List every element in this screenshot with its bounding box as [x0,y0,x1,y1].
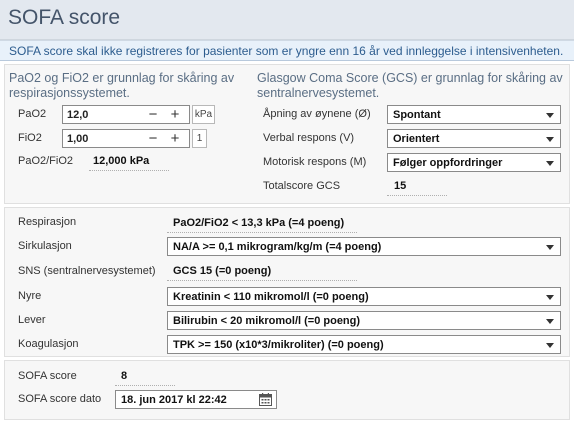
pao2-unit: kPa [192,105,215,124]
chevron-down-icon [546,137,554,142]
circulation-selected-value: NA/A >= 0,1 mikrogram/kg/m (=4 poeng) [173,241,382,253]
resp-score-label: Respirasjon [18,216,77,228]
chevron-down-icon [546,161,554,166]
gcs-heading-line2: sentralnervesystemet. [257,86,380,100]
verbal-select[interactable]: Orientert [387,129,561,148]
input-panel: PaO2 og FiO2 er grunnlag for skåring av … [4,64,570,204]
resp-heading: PaO2 og FiO2 er grunnlag for skåring av … [9,71,234,101]
gcs-total-label: Totalscore GCS [263,180,341,192]
notice-text: SOFA score skal ikke registreres for pas… [9,44,564,58]
cns-score-value: GCS 15 (=0 poeng) [173,265,272,277]
age-notice: SOFA score skal ikke registreres for pas… [0,40,574,61]
gcs-total-underline [387,195,447,196]
pao2-increment-button[interactable]: + [165,106,185,123]
title-bar: SOFA score [0,0,574,40]
liver-score-label: Lever [18,314,46,326]
ratio-value: 12,000 kPa [93,155,150,167]
coag-score-label: Koagulasjon [18,338,79,350]
fio2-value[interactable]: 1,00 [67,133,88,145]
sofa-date-field[interactable]: 18. jun 2017 kl 22:42 [115,390,277,409]
coagulation-selected-value: TPK >= 150 (x10*3/mikroliter) (=0 poeng) [173,339,384,351]
sofa-date-value[interactable]: 18. jun 2017 kl 22:42 [121,394,227,406]
cns-score-underline [167,280,357,281]
motor-label: Motorisk respons (M) [263,156,367,168]
eye-label: Åpning av øynene (Ø) [263,108,371,120]
eye-selected-value: Spontant [393,109,441,121]
cns-score-label: SNS (sentralnervesystemet) [18,265,156,277]
fio2-field[interactable]: 1,00 − + [62,129,190,148]
resp-heading-line1: PaO2 og FiO2 er grunnlag for skåring av [9,71,235,85]
fio2-unit: 1 [192,129,207,148]
ratio-label: PaO2/FiO2 [18,155,74,167]
kidney-score-label: Nyre [18,290,42,302]
circ-score-label: Sirkulasjon [18,240,72,252]
motor-select[interactable]: Følger oppfordringer [387,153,561,172]
sofa-score-value: 8 [121,370,128,382]
chevron-down-icon [546,343,554,348]
eye-select[interactable]: Spontant [387,105,561,124]
pao2-field[interactable]: 12,0 − + [62,105,190,124]
pao2-value[interactable]: 12,0 [67,109,88,121]
organ-scores-panel: Respirasjon PaO2/FiO2 < 13,3 kPa (=4 poe… [4,207,570,357]
calendar-icon[interactable] [259,393,272,406]
verbal-label: Verbal respons (V) [263,132,355,144]
sofa-score-label: SOFA score [18,370,77,382]
motor-selected-value: Følger oppfordringer [393,157,503,169]
chevron-down-icon [546,319,554,324]
resp-score-value: PaO2/FiO2 < 13,3 kPa (=4 poeng) [173,217,345,229]
coagulation-select[interactable]: TPK >= 150 (x10*3/mikroliter) (=0 poeng) [167,335,561,354]
pao2-label: PaO2 [18,108,47,120]
liver-select[interactable]: Bilirubin < 20 mikromol/l (=0 poeng) [167,311,561,330]
page-title: SOFA score [8,6,121,29]
resp-score-underline [167,232,357,233]
fio2-increment-button[interactable]: + [165,130,185,147]
chevron-down-icon [546,295,554,300]
fio2-label: FiO2 [18,132,42,144]
sofa-date-label: SOFA score dato [18,393,102,405]
gcs-total-value: 15 [394,180,407,192]
pao2-decrement-button[interactable]: − [143,106,163,123]
gcs-heading: Glasgow Coma Score (GCS) er grunnlag for… [257,71,563,101]
chevron-down-icon [546,245,554,250]
verbal-selected-value: Orientert [393,133,440,145]
gcs-heading-line1: Glasgow Coma Score (GCS) er grunnlag for… [257,71,563,85]
fio2-decrement-button[interactable]: − [143,130,163,147]
kidney-select[interactable]: Kreatinin < 110 mikromol/l (=0 poeng) [167,287,561,306]
chevron-down-icon [546,113,554,118]
summary-panel: SOFA score 8 SOFA score dato 18. jun 201… [4,360,570,420]
ratio-underline [89,170,169,171]
circulation-select[interactable]: NA/A >= 0,1 mikrogram/kg/m (=4 poeng) [167,237,561,256]
kidney-selected-value: Kreatinin < 110 mikromol/l (=0 poeng) [173,291,369,303]
resp-heading-line2: respirasjonssystemet. [9,86,130,100]
sofa-score-underline [115,385,175,386]
liver-selected-value: Bilirubin < 20 mikromol/l (=0 poeng) [173,315,361,327]
